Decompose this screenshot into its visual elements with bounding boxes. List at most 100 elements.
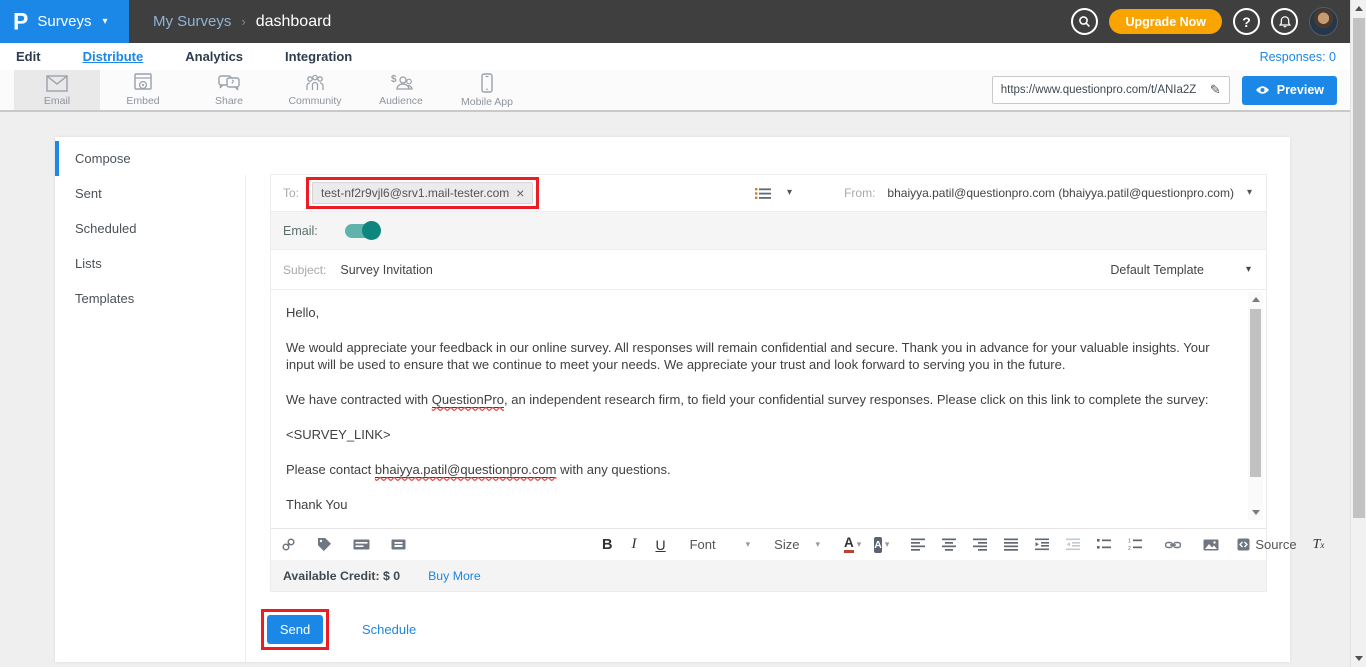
- subject-value[interactable]: Survey Invitation: [340, 263, 432, 277]
- breadcrumb-my-surveys[interactable]: My Surveys: [153, 13, 231, 30]
- body-text-segment: We have contracted with: [286, 392, 432, 407]
- schedule-link[interactable]: Schedule: [362, 622, 416, 637]
- from-value[interactable]: bhaiyya.patil@questionpro.com (bhaiyya.p…: [887, 186, 1234, 200]
- list-dropdown-caret[interactable]: ▾: [787, 188, 792, 198]
- insert-tools: [281, 537, 406, 552]
- body-text-segment: QuestionPro: [432, 392, 504, 408]
- source-button[interactable]: Source: [1237, 537, 1296, 552]
- preview-button[interactable]: Preview: [1242, 76, 1337, 105]
- email-toggle[interactable]: [345, 224, 379, 238]
- channel-mobile-app[interactable]: Mobile App: [444, 70, 530, 110]
- italic-button[interactable]: I: [631, 536, 636, 553]
- buy-more-link[interactable]: Buy More: [428, 569, 481, 583]
- sidebar-item-sent[interactable]: Sent: [55, 176, 245, 211]
- survey-url-input[interactable]: [1001, 84, 1210, 96]
- bullet-list-icon[interactable]: [1097, 538, 1112, 551]
- scroll-up-icon[interactable]: [1252, 297, 1260, 302]
- top-header: P Surveys ▾ My Surveys › dashboard Upgra…: [0, 0, 1366, 43]
- indent-icon[interactable]: [1035, 538, 1050, 551]
- page-scrollbar[interactable]: [1350, 0, 1366, 667]
- body-text-segment: We would appreciate your feedback in our…: [286, 340, 1210, 372]
- insert-link-icon[interactable]: [1165, 540, 1181, 550]
- annotation-box-send: Send: [261, 609, 329, 650]
- remove-format-button[interactable]: Tx: [1313, 537, 1325, 553]
- edit-url-icon[interactable]: ✎: [1210, 82, 1221, 98]
- font-caret-icon: ▾: [746, 539, 751, 550]
- tab-edit[interactable]: Edit: [16, 49, 41, 64]
- sidebar-divider: [245, 175, 246, 662]
- outdent-icon[interactable]: [1066, 538, 1081, 551]
- from-dropdown-caret[interactable]: ▾: [1247, 188, 1252, 198]
- align-center-icon[interactable]: [942, 538, 957, 551]
- audience-icon: $: [388, 73, 414, 93]
- user-avatar[interactable]: [1309, 7, 1338, 36]
- channel-community[interactable]: Community: [272, 70, 358, 110]
- page-scroll-up-icon[interactable]: [1355, 6, 1363, 11]
- insert-email-template-icon[interactable]: [391, 539, 406, 550]
- preview-label: Preview: [1277, 83, 1324, 97]
- notifications-button[interactable]: [1271, 8, 1298, 35]
- underline-button[interactable]: U: [655, 537, 665, 553]
- channel-label: Embed: [126, 95, 159, 107]
- sidebar-item-scheduled[interactable]: Scheduled: [55, 211, 245, 246]
- channel-audience[interactable]: $ Audience: [358, 70, 444, 110]
- channel-share[interactable]: Share: [186, 70, 272, 110]
- credit-row: Available Credit: $ 0 Buy More: [271, 560, 1266, 591]
- editor-scrollbar[interactable]: [1248, 292, 1263, 520]
- toggle-knob: [362, 221, 381, 240]
- bg-color-caret-icon[interactable]: ▾: [885, 539, 890, 550]
- channel-label: Community: [288, 95, 341, 107]
- align-justify-icon[interactable]: [1004, 538, 1019, 551]
- insert-embedded-data-icon[interactable]: [353, 539, 370, 550]
- bg-color-button[interactable]: A: [874, 537, 882, 553]
- from-label: From:: [844, 186, 875, 200]
- body-text-segment: bhaiyya.patil@questionpro.com: [375, 462, 557, 478]
- channel-label: Email: [44, 95, 70, 107]
- community-icon: [303, 73, 327, 93]
- body-text-segment: Thank You: [286, 497, 347, 512]
- questionpro-logo-icon: P: [13, 7, 28, 35]
- insert-survey-link-icon[interactable]: [281, 537, 296, 552]
- page-scroll-down-icon[interactable]: [1355, 656, 1363, 661]
- email-icon: [45, 74, 69, 93]
- remove-recipient-icon[interactable]: ×: [516, 186, 524, 200]
- recipient-email: test-nf2r9vjl6@srv1.mail-tester.com: [321, 186, 509, 200]
- email-body[interactable]: Hello,We would appreciate your feedback …: [271, 290, 1266, 528]
- breadcrumb-current: dashboard: [256, 13, 332, 31]
- upgrade-now-button[interactable]: Upgrade Now: [1109, 9, 1222, 34]
- text-color-caret-icon[interactable]: ▾: [857, 539, 862, 550]
- sidebar-item-lists[interactable]: Lists: [55, 246, 245, 281]
- page-scroll-thumb[interactable]: [1353, 18, 1365, 518]
- size-dropdown[interactable]: Size▾: [774, 537, 820, 552]
- align-right-icon[interactable]: [973, 538, 988, 551]
- numbered-list-icon[interactable]: 12: [1128, 538, 1143, 551]
- subject-row: Subject: Survey Invitation Default Templ…: [271, 250, 1266, 290]
- scroll-down-icon[interactable]: [1252, 510, 1260, 515]
- sidebar-item-compose[interactable]: Compose: [55, 141, 245, 176]
- tab-distribute[interactable]: Distribute: [83, 49, 144, 64]
- editor-scroll-thumb[interactable]: [1250, 309, 1261, 477]
- template-dropdown-caret: ▾: [1246, 265, 1251, 275]
- insert-tag-icon[interactable]: [317, 537, 332, 552]
- subject-label: Subject:: [283, 263, 326, 277]
- insert-image-icon[interactable]: [1203, 539, 1219, 551]
- app-switcher[interactable]: P Surveys ▾: [0, 0, 129, 43]
- sidebar-item-templates[interactable]: Templates: [55, 281, 245, 316]
- channel-label: Share: [215, 95, 243, 107]
- survey-url-area: ✎ Preview: [992, 70, 1366, 110]
- bold-button[interactable]: B: [602, 537, 612, 553]
- recipient-chip[interactable]: test-nf2r9vjl6@srv1.mail-tester.com ×: [312, 182, 533, 204]
- help-button[interactable]: ?: [1233, 8, 1260, 35]
- channel-email[interactable]: Email: [14, 70, 100, 110]
- template-select[interactable]: Default Template ▾: [1110, 263, 1251, 277]
- channel-embed[interactable]: Embed: [100, 70, 186, 110]
- font-dropdown[interactable]: Font▾: [690, 537, 751, 552]
- text-color-button[interactable]: A: [844, 536, 854, 553]
- search-button[interactable]: [1071, 8, 1098, 35]
- align-left-icon[interactable]: [911, 538, 926, 551]
- body-text-segment: <SURVEY_LINK>: [286, 427, 391, 442]
- tab-analytics[interactable]: Analytics: [185, 49, 243, 64]
- tab-integration[interactable]: Integration: [285, 49, 352, 64]
- contact-list-icon[interactable]: [755, 187, 771, 200]
- send-button[interactable]: Send: [267, 615, 323, 644]
